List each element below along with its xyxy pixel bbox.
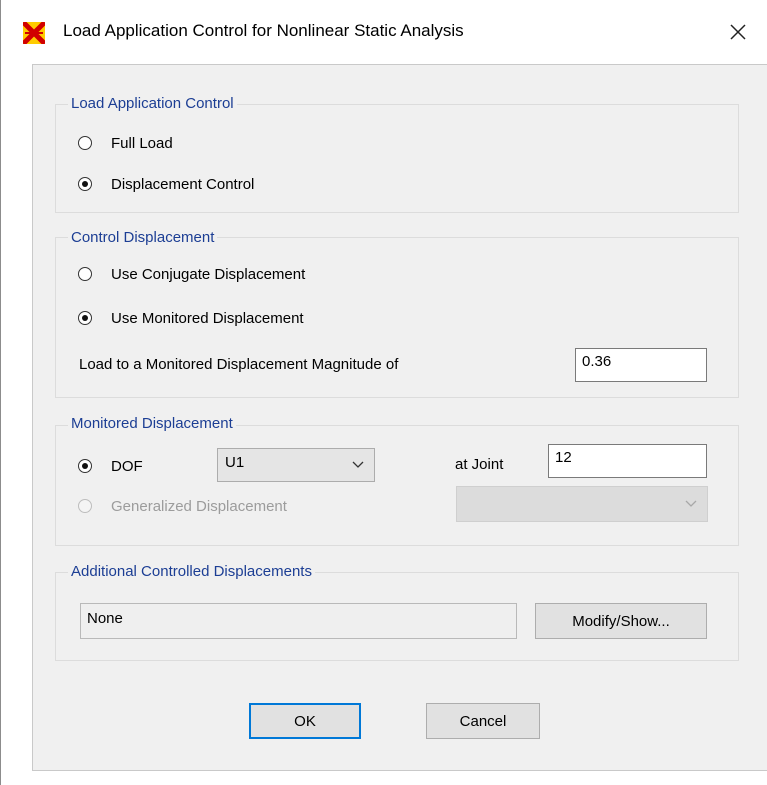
load-application-control-group (55, 104, 739, 213)
dof-dropdown-value: U1 (225, 454, 245, 471)
conjugate-displacement-label[interactable]: Use Conjugate Displacement (111, 266, 305, 283)
cancel-button[interactable]: Cancel (426, 703, 540, 739)
window-left-edge (0, 0, 1, 785)
additional-controlled-display: None (80, 603, 517, 639)
monitored-displacement-radio[interactable] (78, 311, 92, 325)
chevron-down-icon (352, 461, 364, 468)
displacement-control-radio[interactable] (78, 177, 92, 191)
conjugate-displacement-radio[interactable] (78, 267, 92, 281)
app-icon (21, 20, 47, 46)
dof-dropdown[interactable]: U1 (217, 448, 375, 482)
dof-label[interactable]: DOF (111, 458, 143, 475)
joint-input[interactable]: 12 (548, 444, 707, 478)
at-joint-label: at Joint (455, 456, 504, 473)
generalized-displacement-dropdown (456, 486, 708, 522)
close-button[interactable] (718, 14, 758, 50)
full-load-label[interactable]: Full Load (111, 135, 173, 152)
generalized-displacement-label: Generalized Displacement (111, 498, 287, 515)
generalized-displacement-radio (78, 499, 92, 513)
dof-radio[interactable] (78, 459, 92, 473)
window-title: Load Application Control for Nonlinear S… (63, 21, 464, 40)
monitored-displacement-label[interactable]: Use Monitored Displacement (111, 310, 304, 327)
monitored-displacement-legend: Monitored Displacement (68, 415, 236, 432)
close-icon (730, 24, 746, 40)
modify-show-button[interactable]: Modify/Show... (535, 603, 707, 639)
displacement-control-label[interactable]: Displacement Control (111, 176, 254, 193)
chevron-down-icon (685, 500, 697, 507)
full-load-radio[interactable] (78, 136, 92, 150)
control-displacement-legend: Control Displacement (68, 229, 218, 246)
ok-button[interactable]: OK (249, 703, 361, 739)
additional-controlled-legend: Additional Controlled Displacements (68, 563, 315, 580)
load-application-control-legend: Load Application Control (68, 95, 237, 112)
magnitude-label: Load to a Monitored Displacement Magnitu… (79, 356, 399, 373)
magnitude-input[interactable]: 0.36 (575, 348, 707, 382)
